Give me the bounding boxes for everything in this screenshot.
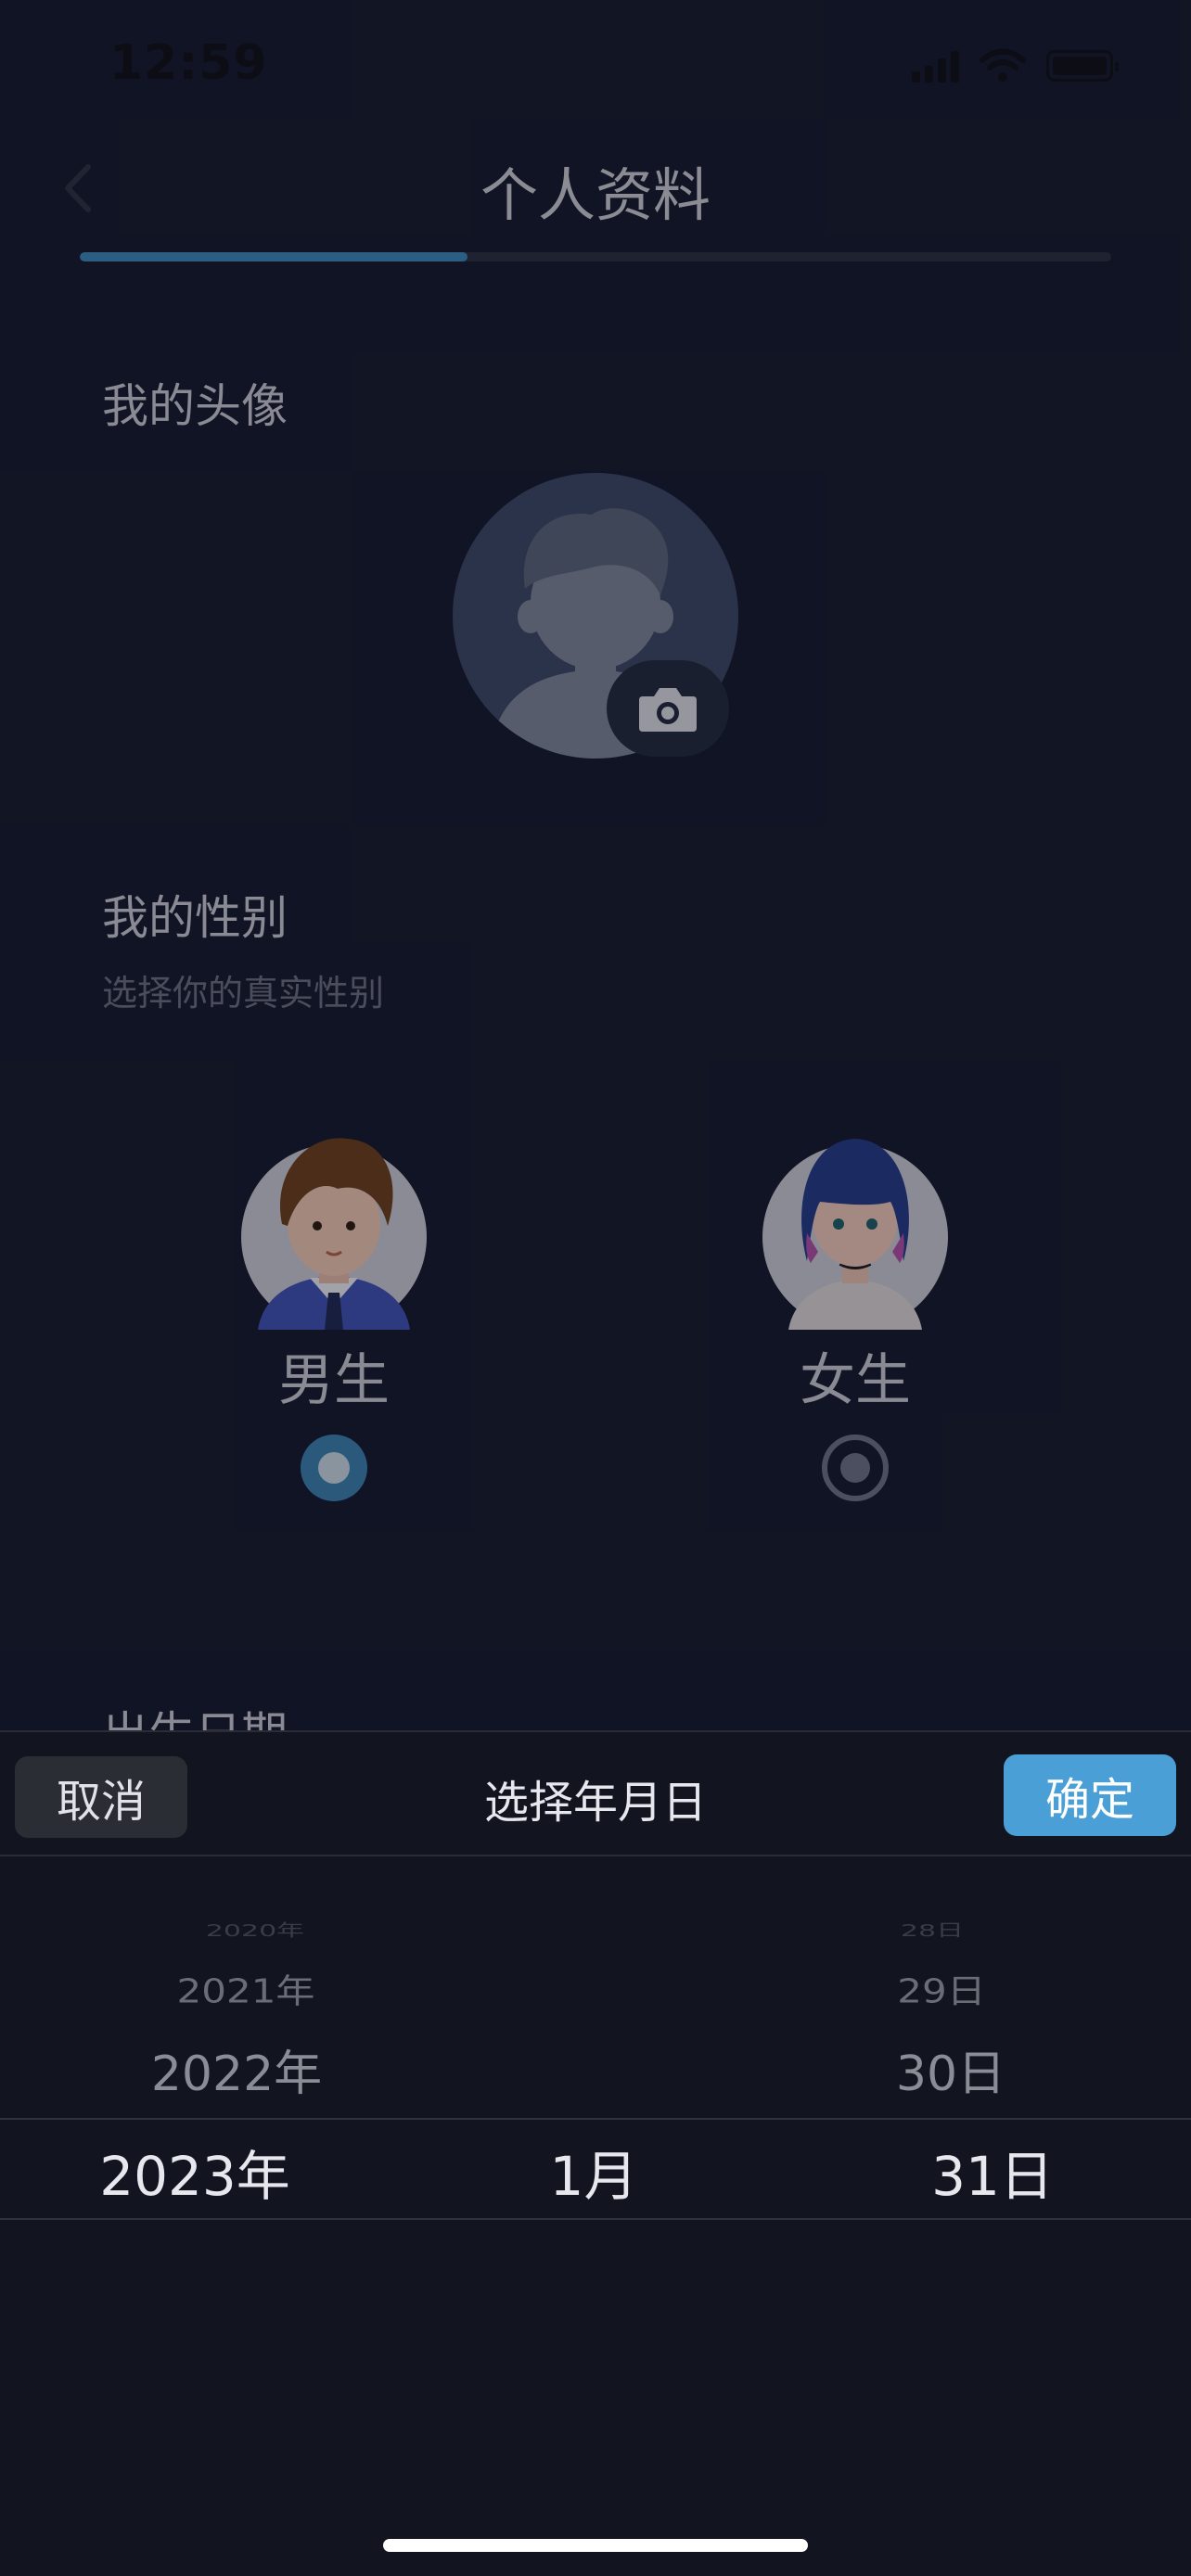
day-wheel-item[interactable]: 30日 — [853, 2034, 1048, 2104]
day-wheel-selected[interactable]: 31日 — [890, 2133, 1095, 2211]
selection-line-bottom — [0, 2218, 1191, 2220]
year-wheel-selected[interactable]: 2023年 — [65, 2133, 325, 2211]
day-wheel-item[interactable]: 28日 — [835, 1917, 1030, 1941]
picker-toolbar: 取消 选择年月日 确定 — [0, 1732, 1191, 1856]
confirm-button[interactable]: 确定 — [1004, 1754, 1176, 1836]
month-wheel-selected[interactable]: 1月 — [501, 2133, 686, 2211]
profile-screen: 12:59 个人资料 我的头像 我的性别 选择你的真实性别 男生 女生 — [0, 0, 1191, 1730]
modal-dim-overlay[interactable] — [0, 0, 1191, 1730]
date-picker-sheet: 取消 选择年月日 确定 2020年 2021年 2022年 2023年 1月 2… — [0, 1730, 1191, 2576]
year-wheel-item[interactable]: 2022年 — [102, 2034, 371, 2104]
home-indicator[interactable] — [383, 2539, 808, 2552]
year-wheel-item[interactable]: 2020年 — [121, 1917, 390, 1941]
day-wheel-item[interactable]: 29日 — [844, 1965, 1039, 2013]
selection-line-top — [0, 2118, 1191, 2120]
year-wheel-item[interactable]: 2021年 — [111, 1965, 380, 2013]
